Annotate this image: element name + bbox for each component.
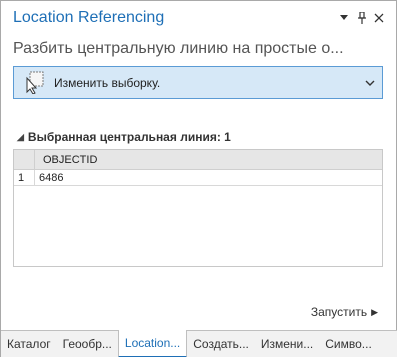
chevron-down-icon [364, 76, 376, 88]
tab-symbology[interactable]: Симво... [319, 331, 378, 357]
tab-create[interactable]: Создать... [187, 331, 255, 357]
pane-titlebar: Location Referencing [1, 1, 396, 35]
modify-selection-button[interactable]: Изменить выборку. [13, 66, 383, 99]
tab-catalog[interactable]: Каталог [1, 331, 57, 357]
table-row[interactable]: 1 6486 [14, 170, 382, 186]
run-label: Запустить [310, 305, 368, 319]
location-referencing-pane: Location Referencing Разбить центральную… [0, 0, 397, 357]
objectid-cell[interactable]: 6486 [35, 170, 382, 185]
modify-selection-label: Изменить выборку. [54, 76, 161, 90]
section-label: Выбранная центральная линия: 1 [27, 130, 231, 144]
run-button[interactable]: Запустить ▶ [311, 305, 378, 319]
pin-icon[interactable] [354, 10, 370, 26]
table-header-row: OBJECTID [14, 150, 382, 170]
play-icon: ▶ [371, 306, 378, 317]
tab-geoprocessing[interactable]: Геообр... [57, 331, 118, 357]
row-number: 1 [14, 170, 35, 185]
tab-modify[interactable]: Измени... [255, 331, 319, 357]
collapse-triangle-icon: ◢ [17, 131, 24, 142]
row-number-header [14, 150, 35, 169]
centerline-table: OBJECTID 1 6486 [13, 149, 383, 267]
close-icon[interactable] [371, 10, 387, 26]
tool-subtitle: Разбить центральную линию на простые о..… [13, 40, 344, 57]
dock-tab-strip: Каталог Геообр... Location... Создать...… [1, 330, 397, 357]
tab-location-referencing[interactable]: Location... [117, 330, 188, 357]
column-header-objectid[interactable]: OBJECTID [35, 150, 382, 169]
selection-cursor-icon [22, 70, 46, 95]
selected-centerline-section[interactable]: ◢ Выбранная центральная линия: 1 [17, 130, 231, 144]
options-dropdown-icon[interactable] [336, 10, 352, 26]
pane-title: Location Referencing [13, 9, 165, 26]
